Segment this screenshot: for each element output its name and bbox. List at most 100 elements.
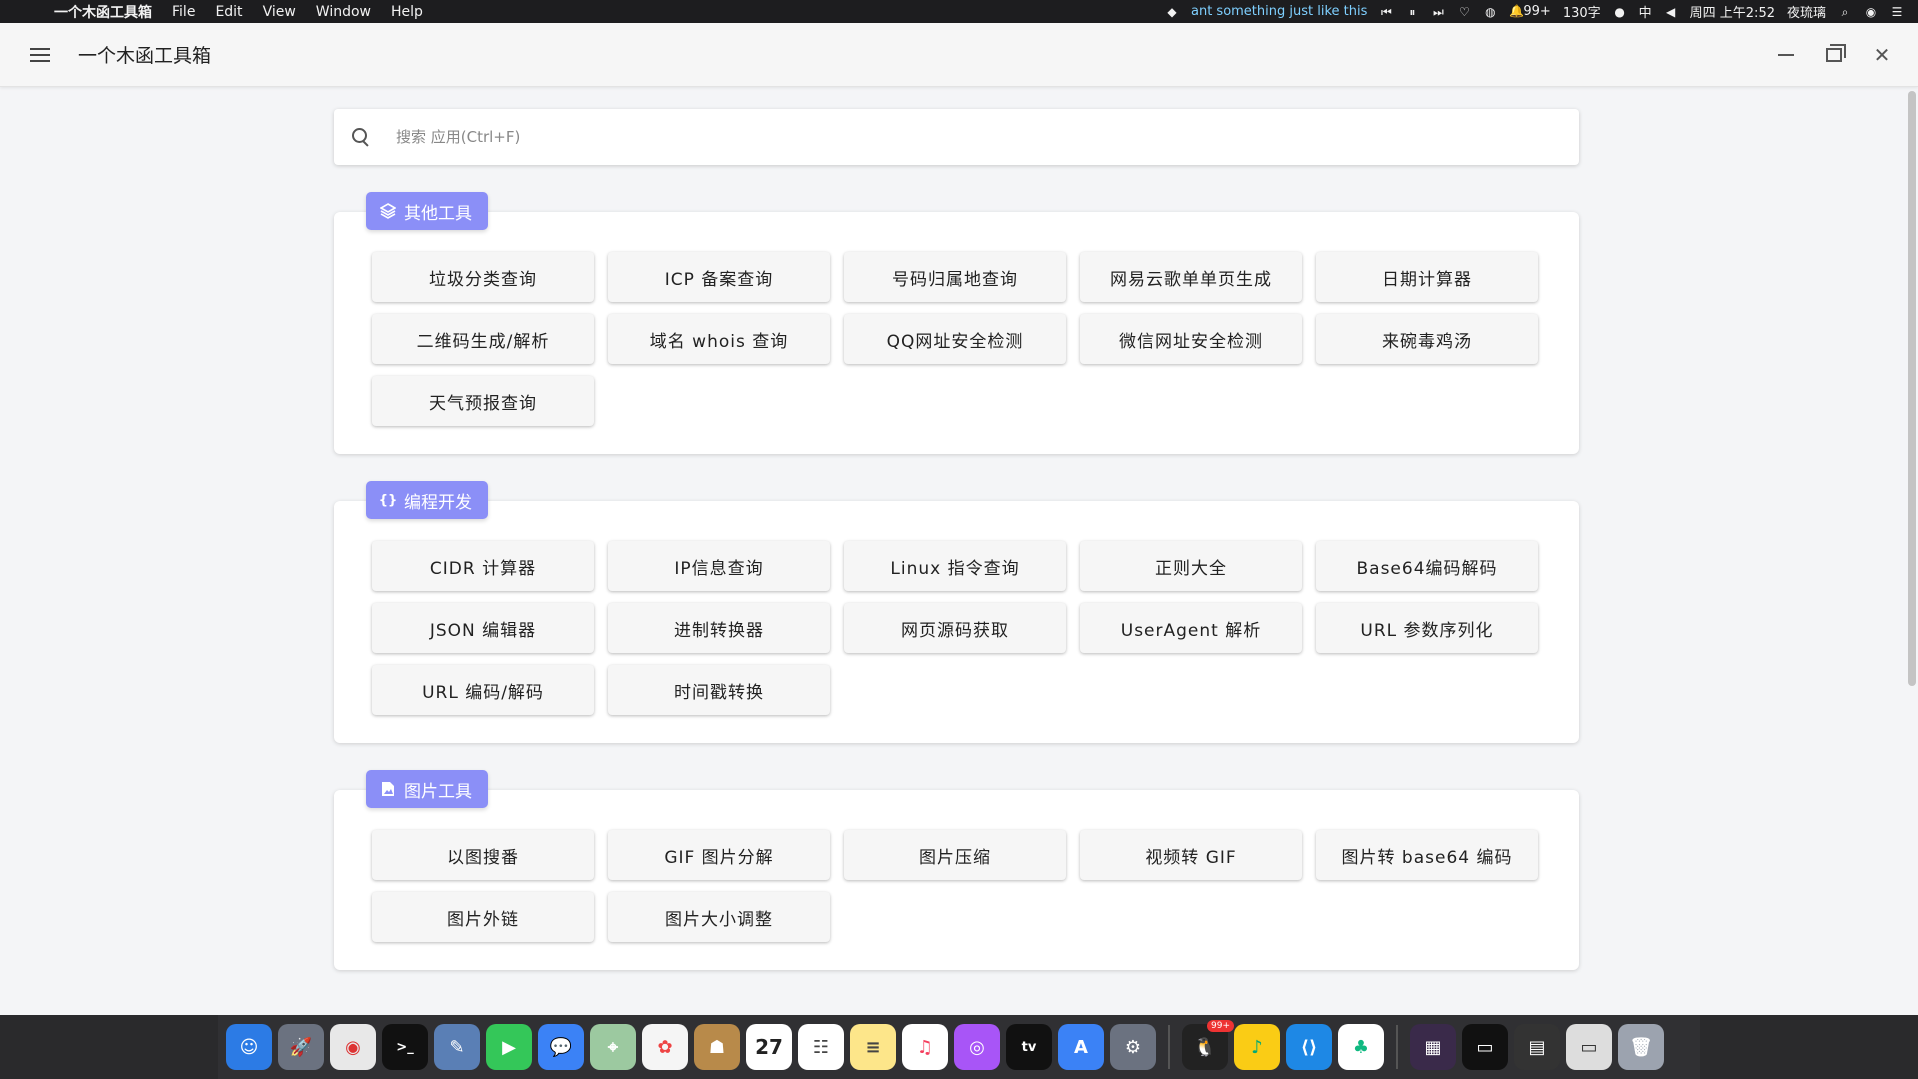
tool-cidr-calculator[interactable]: CIDR 计算器: [372, 541, 594, 591]
chrome-icon[interactable]: ◉: [330, 1024, 376, 1070]
section-chip-programming: {} 编程开发: [366, 481, 488, 519]
music-icon[interactable]: ♫: [902, 1024, 948, 1070]
tool-image-resize[interactable]: 图片大小调整: [608, 892, 830, 942]
tool-netease-playlist[interactable]: 网易云歌单单页生成: [1080, 252, 1302, 302]
menu-window[interactable]: Window: [316, 4, 371, 20]
window-thumbnail-icon[interactable]: ▭: [1462, 1024, 1508, 1070]
podcasts-icon[interactable]: ◎: [954, 1024, 1000, 1070]
input-method[interactable]: 中: [1639, 2, 1652, 21]
microphone-icon[interactable]: ●: [1613, 5, 1627, 19]
qq-music-icon[interactable]: ♪: [1234, 1024, 1280, 1070]
reminders-icon[interactable]: ☷: [798, 1024, 844, 1070]
tool-qrcode[interactable]: 二维码生成/解析: [372, 314, 594, 364]
facetime-icon[interactable]: ▶: [486, 1024, 532, 1070]
title-bar: 一个木函工具箱 ✕: [0, 23, 1918, 87]
minimize-icon: [1778, 53, 1794, 56]
menu-edit[interactable]: Edit: [215, 4, 242, 20]
vscode-icon[interactable]: ⟨⟩: [1286, 1024, 1332, 1070]
menu-file[interactable]: File: [172, 4, 195, 20]
system-preferences-icon[interactable]: ⚙: [1110, 1024, 1156, 1070]
search-bar[interactable]: [334, 109, 1579, 165]
terminal-icon[interactable]: >_: [382, 1024, 428, 1070]
main-content: 其他工具 垃圾分类查询 ICP 备案查询 号码归属地查询 网易云歌单单页生成 日…: [334, 109, 1579, 970]
tool-garbage-classification[interactable]: 垃圾分类查询: [372, 252, 594, 302]
tool-regex[interactable]: 正则大全: [1080, 541, 1302, 591]
notes-icon[interactable]: ≡: [850, 1024, 896, 1070]
control-center-icon[interactable]: ☰: [1890, 5, 1904, 19]
menu-help[interactable]: Help: [391, 4, 423, 20]
tool-gif-split[interactable]: GIF 图片分解: [608, 830, 830, 880]
tool-radix-converter[interactable]: 进制转换器: [608, 603, 830, 653]
tool-wechat-url-check[interactable]: 微信网址安全检测: [1080, 314, 1302, 364]
search-input[interactable]: [396, 128, 1296, 146]
toolbox-app-icon[interactable]: ♣: [1338, 1024, 1384, 1070]
tool-json-editor[interactable]: JSON 编辑器: [372, 603, 594, 653]
hamburger-menu-icon[interactable]: [30, 47, 50, 62]
scrollbar[interactable]: [1908, 91, 1916, 686]
globe-icon[interactable]: ◍: [1483, 5, 1497, 19]
finder-icon[interactable]: ☺: [226, 1024, 272, 1070]
window-thumbnail-icon[interactable]: ▭: [1566, 1024, 1612, 1070]
tool-date-calculator[interactable]: 日期计算器: [1316, 252, 1538, 302]
page-title: 一个木函工具箱: [78, 45, 212, 67]
minimize-button[interactable]: [1776, 45, 1796, 65]
menu-view[interactable]: View: [263, 4, 296, 20]
tool-anime-search[interactable]: 以图搜番: [372, 830, 594, 880]
notification-count-text: 99+: [1523, 4, 1551, 19]
stats-text[interactable]: 130字: [1563, 2, 1601, 21]
extension-icon[interactable]: ◆: [1165, 5, 1179, 19]
tool-base64[interactable]: Base64编码解码: [1316, 541, 1538, 591]
volume-icon[interactable]: ◀: [1664, 5, 1678, 19]
siri-icon[interactable]: ◉: [1864, 5, 1878, 19]
user-name[interactable]: 夜琉璃: [1787, 2, 1826, 21]
messages-icon[interactable]: 💬: [538, 1024, 584, 1070]
trash-icon[interactable]: 🗑: [1618, 1024, 1664, 1070]
section-chip-other-tools: 其他工具: [366, 192, 488, 230]
tool-image-compress[interactable]: 图片压缩: [844, 830, 1066, 880]
tool-timestamp[interactable]: 时间戳转换: [608, 665, 830, 715]
tool-qq-url-check[interactable]: QQ网址安全检测: [844, 314, 1066, 364]
tool-useragent[interactable]: UserAgent 解析: [1080, 603, 1302, 653]
tool-phone-location[interactable]: 号码归属地查询: [844, 252, 1066, 302]
tool-linux-commands[interactable]: Linux 指令查询: [844, 541, 1066, 591]
close-button[interactable]: ✕: [1872, 43, 1892, 67]
launchpad-icon[interactable]: 🚀: [278, 1024, 324, 1070]
section-title: 图片工具: [404, 781, 472, 802]
code-braces-icon: {}: [378, 492, 398, 508]
tool-icp-lookup[interactable]: ICP 备案查询: [608, 252, 830, 302]
apple-tv-icon[interactable]: tv: [1006, 1024, 1052, 1070]
tool-chicken-soup[interactable]: 来碗毒鸡汤: [1316, 314, 1538, 364]
app-window: 一个木函工具箱 ✕ 其他工具 垃圾分类查询 ICP 备案查询 号码归属地查询: [0, 23, 1918, 1015]
calendar-icon[interactable]: 27: [746, 1024, 792, 1070]
photos-icon[interactable]: ✿: [642, 1024, 688, 1070]
tool-whois[interactable]: 域名 whois 查询: [608, 314, 830, 364]
preview-icon[interactable]: ✎: [434, 1024, 480, 1070]
datetime[interactable]: 周四 上午2:52: [1690, 2, 1775, 21]
maps-icon[interactable]: ⌖: [590, 1024, 636, 1070]
spotlight-icon[interactable]: ⌕: [1838, 5, 1852, 19]
dock: ☺ 🚀 ◉ >_ ✎ ▶ 💬 ⌖ ✿ ☗ 27 ☷ ≡ ♫ ◎ tv A ⚙ 🐧…: [218, 1015, 1700, 1079]
next-track-icon[interactable]: ⏭: [1431, 5, 1445, 19]
pause-icon[interactable]: ⏸: [1405, 5, 1419, 19]
now-playing-text[interactable]: ant something just like this: [1191, 4, 1367, 19]
tool-url-params[interactable]: URL 参数序列化: [1316, 603, 1538, 653]
tool-video-to-gif[interactable]: 视频转 GIF: [1080, 830, 1302, 880]
window-thumbnail-icon[interactable]: ▤: [1514, 1024, 1560, 1070]
window-thumbnail-icon[interactable]: ▦: [1410, 1024, 1456, 1070]
qq-icon[interactable]: 🐧 99+: [1182, 1020, 1234, 1070]
tool-ip-info[interactable]: IP信息查询: [608, 541, 830, 591]
heart-icon[interactable]: ♡: [1457, 5, 1471, 19]
tool-weather[interactable]: 天气预报查询: [372, 376, 594, 426]
tool-image-hosting[interactable]: 图片外链: [372, 892, 594, 942]
tool-image-base64[interactable]: 图片转 base64 编码: [1316, 830, 1538, 880]
tool-page-source[interactable]: 网页源码获取: [844, 603, 1066, 653]
notification-count[interactable]: 🔔99+: [1509, 4, 1550, 19]
restore-icon: [1826, 43, 1846, 62]
previous-track-icon[interactable]: ⏮: [1379, 5, 1393, 19]
maximize-button[interactable]: [1824, 43, 1846, 65]
menu-app-name[interactable]: 一个木函工具箱: [54, 2, 152, 22]
bell-icon: 🔔: [1509, 4, 1525, 18]
contacts-icon[interactable]: ☗: [694, 1024, 740, 1070]
app-store-icon[interactable]: A: [1058, 1024, 1104, 1070]
tool-url-encode[interactable]: URL 编码/解码: [372, 665, 594, 715]
